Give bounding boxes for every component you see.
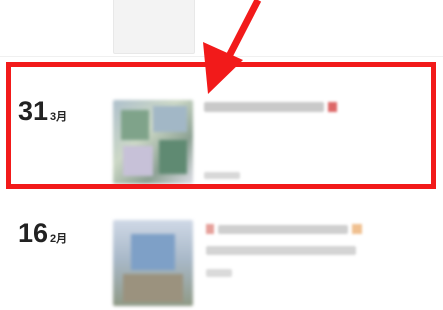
- post-title-blurred[interactable]: [206, 224, 362, 237]
- post-month: 2月: [50, 233, 68, 245]
- post-meta-blurred: [206, 268, 232, 280]
- post-entry[interactable]: 16 2月: [0, 200, 443, 310]
- post-day: 16: [18, 218, 49, 248]
- post-thumbnail[interactable]: [113, 220, 193, 306]
- post-date: 16 2月: [18, 218, 67, 249]
- pointer-arrow-icon: [203, 0, 262, 94]
- post-body-blurred: [206, 246, 356, 258]
